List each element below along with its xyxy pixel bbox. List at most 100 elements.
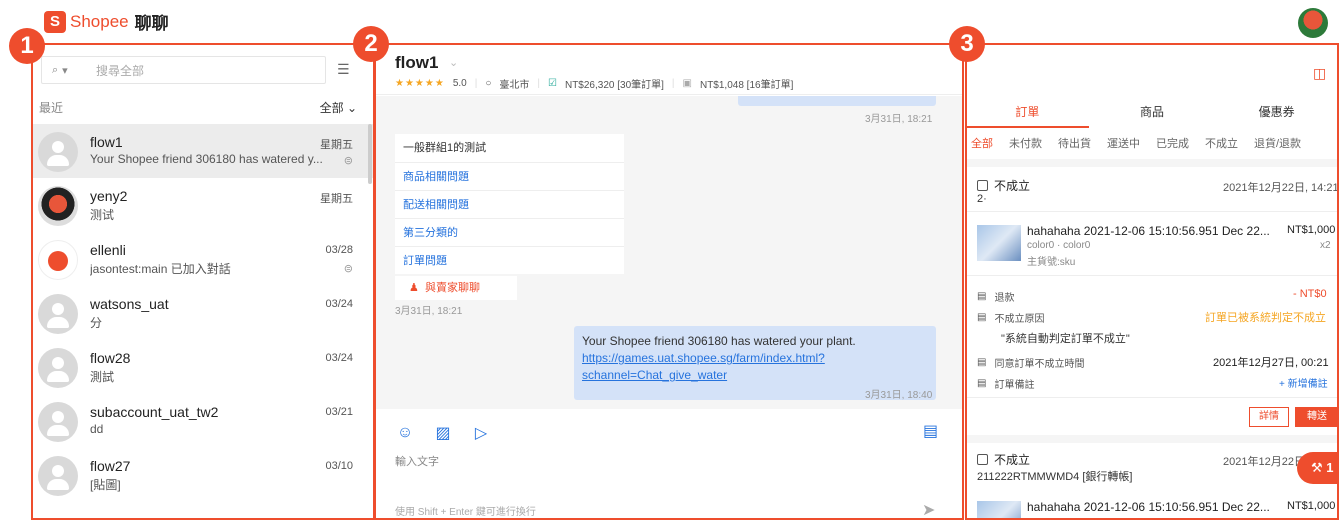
avatar: [38, 186, 78, 226]
collapse-panel-icon[interactable]: ◫: [1313, 65, 1326, 82]
image-icon[interactable]: ▨: [433, 423, 453, 443]
order-card: 不成立 2021年12月22日, 14:21 2· hahahaha 2021-…: [965, 167, 1339, 435]
tab-products[interactable]: 商品: [1090, 103, 1215, 127]
subtab-to-ship[interactable]: 待出貨: [1058, 135, 1091, 151]
search-input[interactable]: ⌕ ▾ 搜尋全部: [41, 56, 326, 84]
detail-button[interactable]: 詳情: [1249, 407, 1289, 427]
contact-name: yeny2: [90, 188, 128, 204]
user-avatar[interactable]: [1298, 8, 1328, 38]
annotation-badge-3: 3: [949, 26, 985, 62]
emoji-icon[interactable]: ☺: [395, 423, 415, 443]
filter-list-icon[interactable]: ☰: [337, 61, 357, 81]
conversation-sidebar: ⌕ ▾ 搜尋全部 ☰ 最近 全部 ⌄ flow1 Your Shopee fri…: [33, 45, 373, 520]
product-variant: color0 · color0: [1027, 240, 1091, 251]
send-icon[interactable]: ➤: [922, 500, 935, 520]
subtab-completed[interactable]: 已完成: [1156, 135, 1189, 151]
recent-header: 最近 全部 ⌄: [33, 95, 373, 117]
last-message: jasontest:main 已加入對話: [90, 262, 231, 276]
message-bubble: [738, 96, 936, 106]
message-list: 3月31日, 18:21 一般群組1的測試 商品相關問題 配送相關問題 第三分類…: [375, 96, 963, 409]
tab-vouchers[interactable]: 優惠券: [1214, 103, 1339, 127]
contact-name: subaccount_uat_tw2: [90, 404, 219, 420]
faq-menu: 一般群組1的測試 商品相關問題 配送相關問題 第三分類的 訂單問題: [395, 134, 624, 274]
product-image[interactable]: [977, 501, 1021, 520]
order-panel: ◫ 訂單 商品 優惠券 全部 未付款 待出貨 運送中 已完成 不成立 退貨/退款…: [965, 45, 1339, 520]
refund-row: ▤ 退款: [977, 291, 1015, 304]
brand-name: Shopee: [70, 11, 129, 31]
chevron-down-icon: ▾: [62, 64, 68, 77]
message-date: 03/24: [325, 352, 353, 364]
contact-name: flow28: [90, 350, 131, 366]
contact-seller-button[interactable]: ♟ 與賣家聊聊: [395, 276, 517, 300]
last-message: dd: [90, 422, 104, 436]
message-date: 03/24: [325, 298, 353, 310]
conversation-item[interactable]: yeny2 测试 星期五: [33, 178, 373, 232]
order-status: 不成立: [977, 177, 1030, 194]
floating-action-button[interactable]: ⚒ 1: [1297, 452, 1339, 484]
faq-item[interactable]: 第三分類的: [395, 218, 624, 246]
avatar: [38, 240, 78, 280]
contact-name: flow1: [90, 134, 123, 150]
message-time: 3月31日, 18:21: [395, 306, 463, 317]
message-link[interactable]: https://games.uat.shopee.sg/farm/index.h…: [582, 351, 825, 365]
video-icon[interactable]: ▷: [471, 423, 491, 443]
filter-all-dropdown[interactable]: 全部 ⌄: [320, 99, 357, 116]
tab-orders[interactable]: 訂單: [965, 103, 1090, 127]
annotation-badge-2: 2: [353, 26, 389, 62]
subtab-cancelled[interactable]: 不成立: [1205, 135, 1238, 151]
message-link[interactable]: schannel=Chat_give_water: [582, 368, 727, 382]
product-price: NT$1,000: [1287, 500, 1336, 512]
faq-item[interactable]: 訂單問題: [395, 246, 624, 274]
message-time: 3月31日, 18:40: [865, 390, 933, 401]
product-name[interactable]: hahahaha 2021-12-06 15:10:56.951 Dec 22.…: [1027, 224, 1270, 238]
recent-label: 最近: [39, 101, 64, 115]
subtab-all[interactable]: 全部: [971, 135, 993, 151]
sidebar-scrollbar[interactable]: [368, 124, 372, 184]
app-logo[interactable]: S Shopee 聊聊: [44, 9, 169, 34]
message-date: 03/21: [325, 406, 353, 418]
chat-toolbar: ☺ ▨ ▷: [395, 423, 491, 443]
last-message: 测试: [90, 208, 115, 222]
subtab-shipping[interactable]: 運送中: [1107, 135, 1140, 151]
order-date: 2021年12月22日, 14:21: [1223, 182, 1339, 194]
conversation-item[interactable]: watsons_uat 分 03/24: [33, 286, 373, 340]
hammer-icon: ⚒: [1311, 460, 1323, 475]
buyer-info: ★★★★★ 5.0 | ○ 臺北市 | ☑ NT$26,320 [30筆訂單] …: [395, 78, 794, 91]
quick-reply-icon[interactable]: ▤: [923, 421, 943, 441]
message-date: 03/10: [325, 460, 353, 472]
divider: [965, 435, 1339, 443]
product-image[interactable]: [977, 225, 1021, 261]
ship-button[interactable]: 轉送: [1295, 407, 1339, 427]
message-date: 星期五: [320, 139, 353, 151]
chat-contact-name[interactable]: flow1: [395, 53, 438, 73]
read-icon: ⊜: [343, 155, 353, 167]
avatar: [38, 294, 78, 334]
conversation-item[interactable]: flow28 測試 03/24: [33, 340, 373, 394]
search-placeholder: 搜尋全部: [96, 63, 145, 78]
conversation-item[interactable]: flow27 [貼圖] 03/10: [33, 448, 373, 502]
message-date: 星期五: [320, 193, 353, 205]
input-hint: 使用 Shift + Enter 鍵可進行換行: [395, 507, 536, 518]
conversation-item[interactable]: subaccount_uat_tw2 dd 03/21: [33, 394, 373, 448]
subtab-return[interactable]: 退貨/退款: [1254, 135, 1301, 151]
agree-time-value: 2021年12月27日, 00:21: [1213, 357, 1329, 369]
faq-item[interactable]: 配送相關問題: [395, 190, 624, 218]
reason-quote: "系統自動判定訂單不成立": [1001, 333, 1130, 345]
rating-value: 5.0: [452, 78, 467, 89]
conversation-item[interactable]: flow1 Your Shopee friend 306180 has wate…: [33, 124, 373, 178]
faq-title: 一般群組1的測試: [403, 142, 487, 154]
search-scope-dropdown[interactable]: ⌕ ▾: [42, 64, 90, 77]
check-icon: ☑: [548, 78, 557, 89]
note-icon: ▤: [977, 378, 987, 389]
conversation-item[interactable]: ellenli jasontest:main 已加入對話 03/28 ⊜: [33, 232, 373, 286]
message-text: Your Shopee friend 306180 has watered yo…: [582, 334, 856, 348]
subtab-unpaid[interactable]: 未付款: [1009, 135, 1042, 151]
reason-icon: ▤: [977, 312, 987, 323]
message-input[interactable]: 輸入文字: [395, 453, 439, 469]
reason-row: ▤ 不成立原因: [977, 312, 1045, 325]
chevron-down-icon[interactable]: ⌄: [449, 56, 458, 69]
last-message: 分: [90, 316, 103, 330]
add-note-link[interactable]: + 新增備註: [1279, 375, 1328, 390]
product-name[interactable]: hahahaha 2021-12-06 15:10:56.951 Dec 22.…: [1027, 500, 1270, 514]
faq-item[interactable]: 商品相關問題: [395, 162, 624, 190]
